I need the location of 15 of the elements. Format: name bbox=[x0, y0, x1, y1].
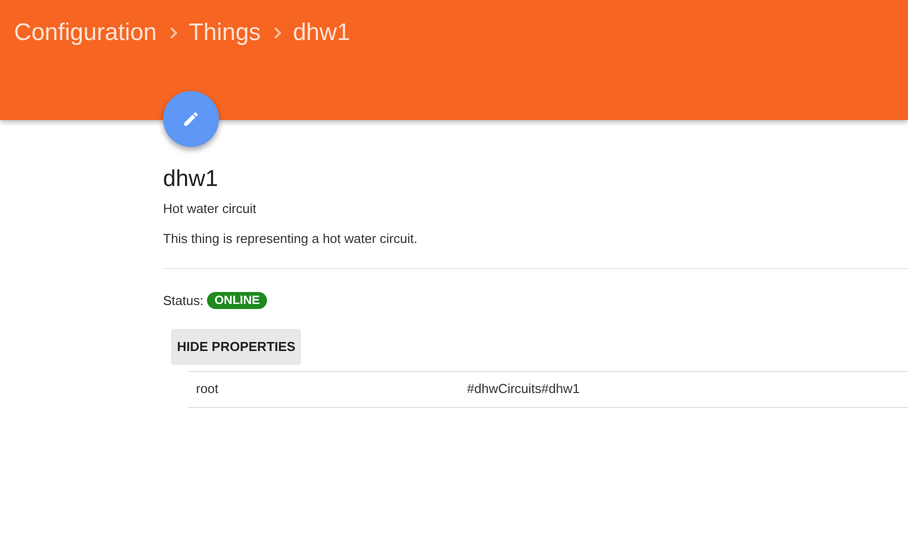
edit-button[interactable] bbox=[163, 91, 219, 147]
chevron-icon bbox=[272, 27, 282, 39]
chevron-icon bbox=[168, 27, 178, 39]
pencil-icon bbox=[182, 110, 200, 128]
thing-title: dhw1 bbox=[163, 164, 219, 192]
breadcrumb-link[interactable]: Things bbox=[188, 18, 261, 48]
thing-description: This thing is representing a hot water circuit. bbox=[163, 230, 418, 248]
breadcrumb-link[interactable]: Configuration bbox=[14, 18, 157, 48]
breadcrumb-link[interactable]: dhw1 bbox=[292, 18, 350, 48]
status-label: Status: bbox=[163, 292, 204, 310]
property-key: root bbox=[188, 379, 467, 399]
thing-label: Hot water circuit bbox=[163, 200, 258, 218]
hide-properties-button[interactable]: HIDE PROPERTIES bbox=[171, 328, 302, 364]
status-badge: ONLINE bbox=[207, 292, 267, 310]
property-value: #dhwCircuits#dhw1 bbox=[467, 380, 580, 398]
